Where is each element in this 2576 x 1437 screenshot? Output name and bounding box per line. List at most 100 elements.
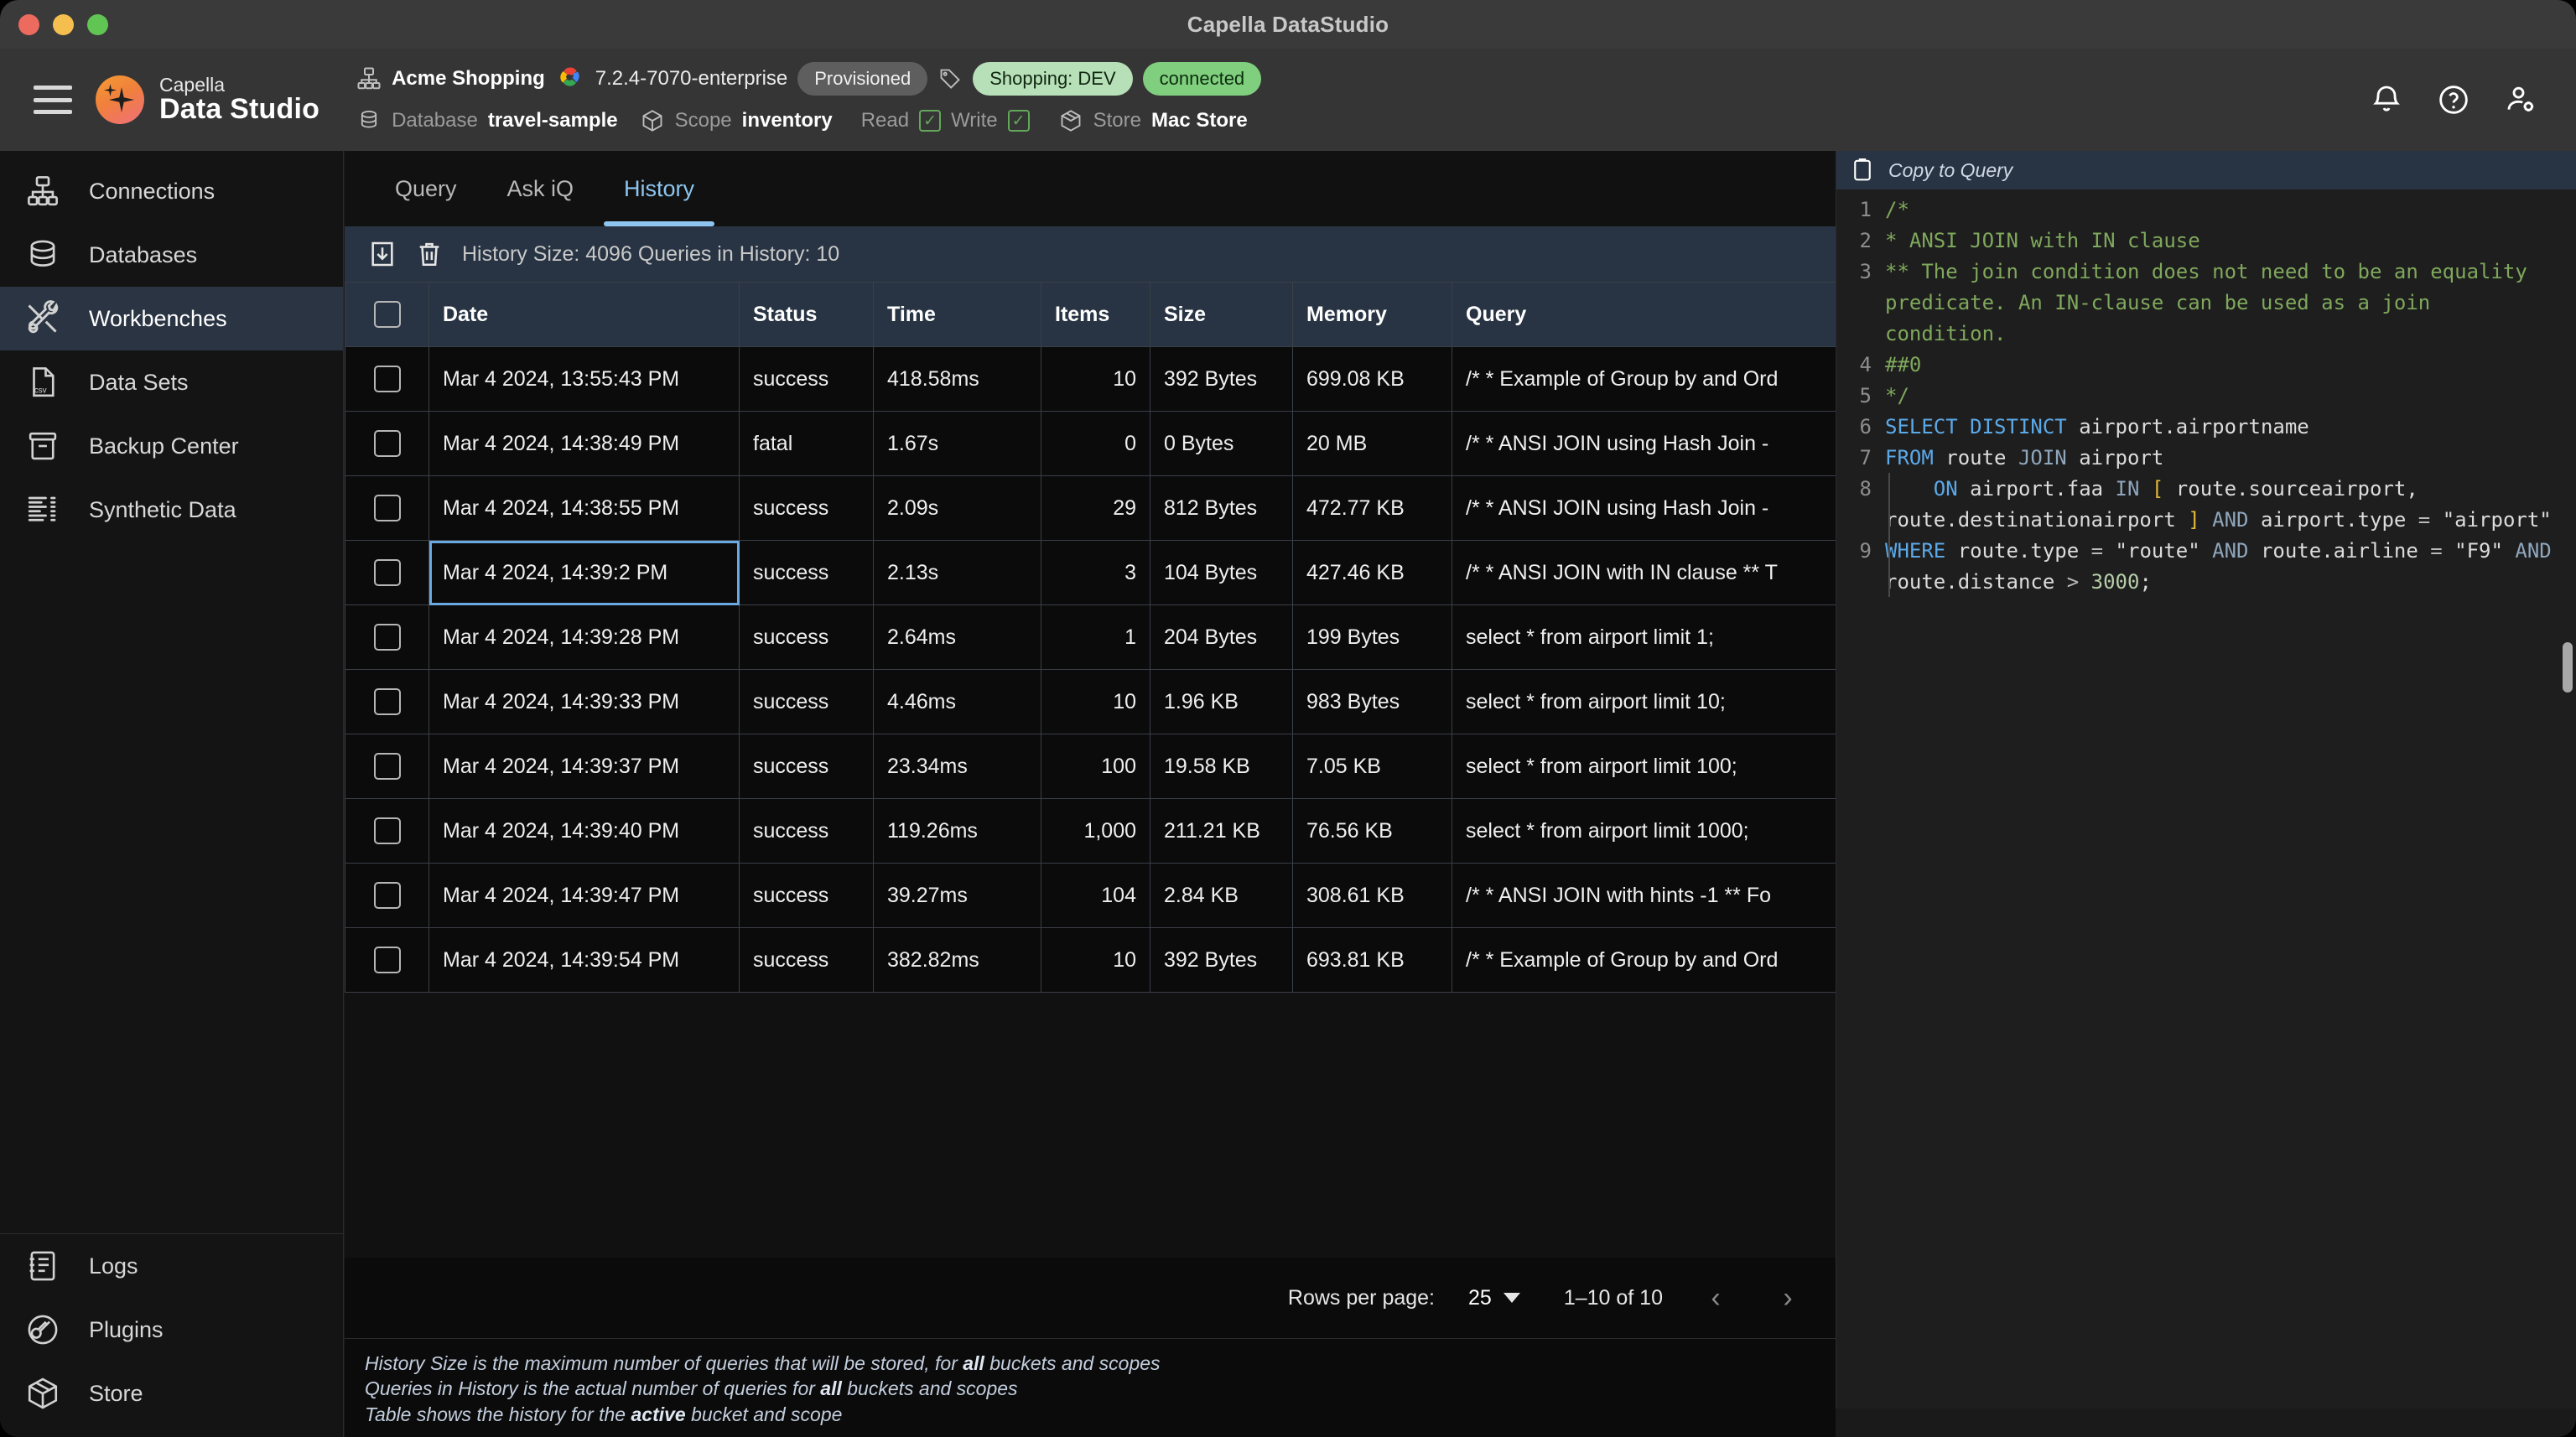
row-cell-time[interactable]: 2.09s bbox=[873, 475, 1041, 541]
row-cell-size[interactable]: 204 Bytes bbox=[1150, 604, 1293, 670]
row-cell-query[interactable]: select * from airport limit 10; bbox=[1452, 669, 1836, 734]
next-page-button[interactable]: › bbox=[1768, 1282, 1807, 1315]
sidebar-item-workbenches[interactable]: Workbenches bbox=[0, 287, 343, 350]
sidebar-item-databases[interactable]: Databases bbox=[0, 223, 343, 287]
code-scrollbar[interactable] bbox=[2563, 642, 2573, 693]
sidebar-item-logs[interactable]: Logs bbox=[0, 1234, 343, 1298]
row-cell-query[interactable]: select * from airport limit 100; bbox=[1452, 734, 1836, 799]
table-row[interactable]: Mar 4 2024, 14:38:49 PM fatal 1.67s 0 0 Byte… bbox=[345, 411, 1836, 476]
row-cell-date[interactable]: Mar 4 2024, 14:39:40 PM bbox=[428, 798, 740, 864]
clipboard-copy-icon[interactable] bbox=[1850, 158, 1875, 183]
row-cell-memory[interactable]: 699.08 KB bbox=[1292, 346, 1452, 412]
row-cell-time[interactable]: 2.64ms bbox=[873, 604, 1041, 670]
row-cell-time[interactable]: 418.58ms bbox=[873, 346, 1041, 412]
row-cell-date[interactable]: Mar 4 2024, 14:39:54 PM bbox=[428, 927, 740, 993]
row-cell-size[interactable]: 392 Bytes bbox=[1150, 346, 1293, 412]
column-header-query[interactable]: Query bbox=[1452, 282, 1836, 347]
table-row[interactable]: Mar 4 2024, 14:39:40 PM success 119.26ms 1,… bbox=[345, 798, 1836, 864]
column-header-size[interactable]: Size bbox=[1150, 282, 1293, 347]
row-cell-query[interactable]: /* * ANSI JOIN using Hash Join - bbox=[1452, 411, 1836, 476]
tab-query[interactable]: Query bbox=[370, 151, 482, 226]
row-cell-time[interactable]: 4.46ms bbox=[873, 669, 1041, 734]
tab-ask-iq[interactable]: Ask iQ bbox=[482, 151, 600, 226]
row-checkbox[interactable] bbox=[373, 947, 401, 973]
row-cell-date[interactable]: Mar 4 2024, 14:39:28 PM bbox=[428, 604, 740, 670]
write-checkbox[interactable]: ✓ bbox=[1007, 110, 1030, 132]
row-cell-items[interactable]: 3 bbox=[1041, 540, 1150, 605]
select-all-checkbox[interactable] bbox=[373, 301, 401, 328]
database-value[interactable]: travel-sample bbox=[488, 109, 618, 132]
column-header-status[interactable]: Status bbox=[739, 282, 874, 347]
row-cell-memory[interactable]: 7.05 KB bbox=[1292, 734, 1452, 799]
row-checkbox[interactable] bbox=[373, 366, 401, 392]
rows-per-page-select[interactable]: 25 bbox=[1468, 1286, 1520, 1310]
row-cell-memory[interactable]: 308.61 KB bbox=[1292, 863, 1452, 928]
row-cell-memory[interactable]: 983 Bytes bbox=[1292, 669, 1452, 734]
row-cell-size[interactable]: 812 Bytes bbox=[1150, 475, 1293, 541]
row-cell-memory[interactable]: 472.77 KB bbox=[1292, 475, 1452, 541]
user-settings-icon[interactable] bbox=[2504, 83, 2537, 117]
row-cell-status[interactable]: success bbox=[739, 798, 874, 864]
row-checkbox[interactable] bbox=[373, 753, 401, 780]
row-cell-date[interactable]: Mar 4 2024, 14:38:55 PM bbox=[428, 475, 740, 541]
table-row[interactable]: Mar 4 2024, 14:39:47 PM success 39.27ms 104… bbox=[345, 863, 1836, 928]
row-cell-time[interactable]: 23.34ms bbox=[873, 734, 1041, 799]
sidebar-item-synthetic-data[interactable]: Synthetic Data bbox=[0, 478, 343, 542]
row-cell-status[interactable]: fatal bbox=[739, 411, 874, 476]
table-row[interactable]: Mar 4 2024, 13:55:43 PM success 418.58ms 10… bbox=[345, 346, 1836, 412]
row-cell-time[interactable]: 382.82ms bbox=[873, 927, 1041, 993]
row-cell-date[interactable]: Mar 4 2024, 14:39:2 PM bbox=[428, 540, 740, 605]
row-cell-memory[interactable]: 76.56 KB bbox=[1292, 798, 1452, 864]
row-cell-status[interactable]: success bbox=[739, 669, 874, 734]
question-circle-icon[interactable] bbox=[2437, 83, 2470, 117]
row-cell-memory[interactable]: 427.46 KB bbox=[1292, 540, 1452, 605]
bell-icon[interactable] bbox=[2370, 83, 2403, 117]
row-cell-status[interactable]: success bbox=[739, 475, 874, 541]
previous-page-button[interactable]: ‹ bbox=[1696, 1282, 1735, 1315]
row-cell-status[interactable]: success bbox=[739, 604, 874, 670]
column-header-items[interactable]: Items bbox=[1041, 282, 1150, 347]
column-header-date[interactable]: Date bbox=[428, 282, 740, 347]
row-cell-status[interactable]: success bbox=[739, 346, 874, 412]
trash-icon[interactable] bbox=[415, 240, 444, 268]
copy-to-query-bar[interactable]: Copy to Query bbox=[1836, 151, 2576, 189]
row-cell-memory[interactable]: 693.81 KB bbox=[1292, 927, 1452, 993]
row-cell-items[interactable]: 100 bbox=[1041, 734, 1150, 799]
row-cell-query[interactable]: /* * Example of Group by and Ord bbox=[1452, 927, 1836, 993]
row-cell-status[interactable]: success bbox=[739, 927, 874, 993]
row-cell-size[interactable]: 211.21 KB bbox=[1150, 798, 1293, 864]
sidebar-item-connections[interactable]: Connections bbox=[0, 159, 343, 223]
store-value[interactable]: Mac Store bbox=[1151, 109, 1248, 132]
row-cell-query[interactable]: /* * ANSI JOIN using Hash Join - bbox=[1452, 475, 1836, 541]
row-cell-size[interactable]: 1.96 KB bbox=[1150, 669, 1293, 734]
row-cell-items[interactable]: 10 bbox=[1041, 346, 1150, 412]
row-cell-query[interactable]: /* * ANSI JOIN with hints -1 ** Fo bbox=[1452, 863, 1836, 928]
row-cell-items[interactable]: 0 bbox=[1041, 411, 1150, 476]
row-checkbox[interactable] bbox=[373, 495, 401, 521]
row-cell-memory[interactable]: 20 MB bbox=[1292, 411, 1452, 476]
scope-value[interactable]: inventory bbox=[742, 109, 833, 132]
download-icon[interactable] bbox=[368, 240, 397, 268]
table-row[interactable]: Mar 4 2024, 14:39:28 PM success 2.64ms 1 204… bbox=[345, 604, 1836, 670]
table-row[interactable]: Mar 4 2024, 14:39:54 PM success 382.82ms 10… bbox=[345, 927, 1836, 993]
row-checkbox[interactable] bbox=[373, 624, 401, 651]
row-cell-query[interactable]: select * from airport limit 1000; bbox=[1452, 798, 1836, 864]
row-cell-query[interactable]: /* * Example of Group by and Ord bbox=[1452, 346, 1836, 412]
row-cell-items[interactable]: 10 bbox=[1041, 669, 1150, 734]
row-checkbox[interactable] bbox=[373, 559, 401, 586]
sidebar-item-plugins[interactable]: Plugins bbox=[0, 1298, 343, 1362]
table-row[interactable]: Mar 4 2024, 14:39:37 PM success 23.34ms 100… bbox=[345, 734, 1836, 799]
row-cell-date[interactable]: Mar 4 2024, 13:55:43 PM bbox=[428, 346, 740, 412]
row-cell-items[interactable]: 10 bbox=[1041, 927, 1150, 993]
row-cell-status[interactable]: success bbox=[739, 734, 874, 799]
sidebar-item-backup-center[interactable]: Backup Center bbox=[0, 414, 343, 478]
row-checkbox[interactable] bbox=[373, 688, 401, 715]
column-header-time[interactable]: Time bbox=[873, 282, 1041, 347]
row-cell-query[interactable]: /* * ANSI JOIN with IN clause ** T bbox=[1452, 540, 1836, 605]
row-cell-size[interactable]: 2.84 KB bbox=[1150, 863, 1293, 928]
row-cell-time[interactable]: 1.67s bbox=[873, 411, 1041, 476]
row-cell-size[interactable]: 19.58 KB bbox=[1150, 734, 1293, 799]
row-cell-items[interactable]: 29 bbox=[1041, 475, 1150, 541]
table-row[interactable]: Mar 4 2024, 14:39:2 PM success 2.13s 3 104 B… bbox=[345, 540, 1836, 605]
row-cell-date[interactable]: Mar 4 2024, 14:39:33 PM bbox=[428, 669, 740, 734]
